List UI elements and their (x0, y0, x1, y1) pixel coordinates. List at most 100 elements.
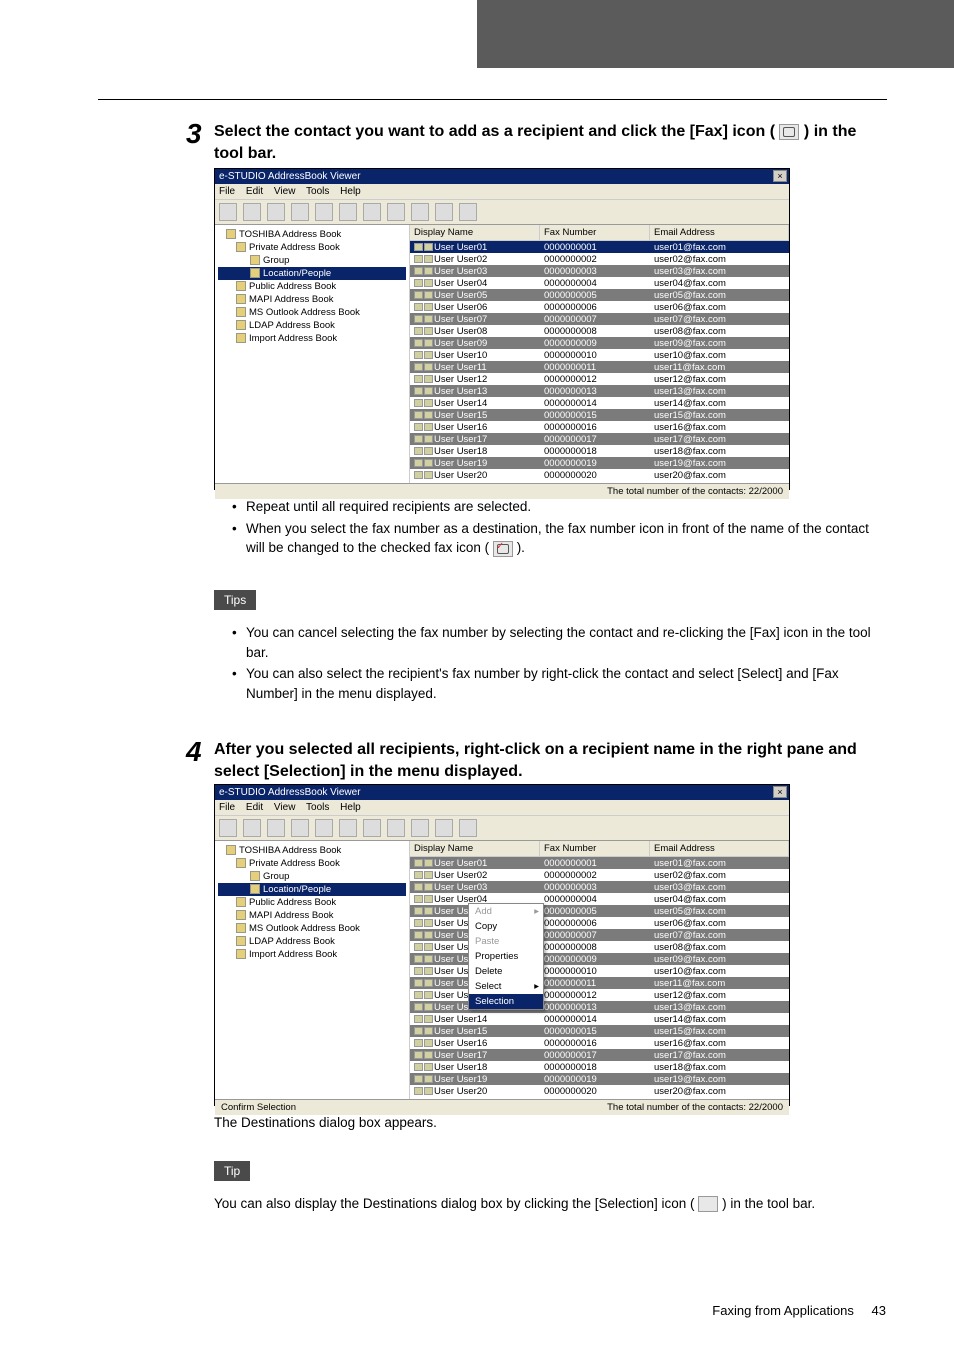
list-row[interactable]: User User040000000004user04@fax.com (410, 893, 789, 905)
toolbar-btn[interactable] (315, 819, 333, 837)
list-row[interactable]: User User060000000006user06@fax.com (410, 917, 789, 929)
screenshot-addressbook-2: e-STUDIO AddressBook Viewer × File Edit … (214, 784, 790, 1106)
list-row[interactable]: User User080000000008user08@fax.com (410, 941, 789, 953)
list-row[interactable]: User User090000000009user09@fax.com (410, 337, 789, 349)
list-row[interactable]: User User110000000011user11@fax.com (410, 361, 789, 373)
ctx-selection[interactable]: Selection (469, 994, 543, 1009)
ctx-properties[interactable]: Properties (469, 949, 543, 964)
menu-help[interactable]: Help (340, 186, 361, 197)
list-row[interactable]: User User070000000007user07@fax.com (410, 313, 789, 325)
list-row[interactable]: User User180000000018user18@fax.com (410, 1061, 789, 1073)
col-email[interactable]: Email Address (650, 841, 789, 856)
toolbar-btn[interactable] (363, 819, 381, 837)
list-row[interactable]: User User120000000012user12@fax.com (410, 373, 789, 385)
checked-fax-icon (493, 541, 513, 557)
toolbar-btn[interactable] (387, 203, 405, 221)
list-row[interactable]: User User150000000015user15@fax.com (410, 409, 789, 421)
col-faxnumber[interactable]: Fax Number (540, 841, 650, 856)
toolbar-btn[interactable] (435, 203, 453, 221)
toolbar-btn[interactable] (219, 819, 237, 837)
list-row[interactable]: User User010000000001user01@fax.com (410, 241, 789, 253)
menubar[interactable]: File Edit View Tools Help (215, 800, 789, 816)
menu-edit[interactable]: Edit (246, 186, 263, 197)
col-email[interactable]: Email Address (650, 225, 789, 240)
col-displayname[interactable]: Display Name (410, 225, 540, 240)
col-faxnumber[interactable]: Fax Number (540, 225, 650, 240)
ctx-copy[interactable]: Copy (469, 919, 543, 934)
list-row[interactable]: User User020000000002user02@fax.com (410, 253, 789, 265)
ctx-select[interactable]: Select▸ (469, 979, 543, 994)
menu-tools[interactable]: Tools (306, 186, 329, 197)
list-row[interactable]: User User050000000005user05@fax.com (410, 289, 789, 301)
contact-list[interactable]: Display Name Fax Number Email Address Us… (410, 225, 789, 483)
toolbar-btn[interactable] (243, 203, 261, 221)
menu-tools[interactable]: Tools (306, 802, 329, 813)
list-row[interactable]: User User110000000011user11@fax.com (410, 977, 789, 989)
toolbar-btn[interactable] (267, 819, 285, 837)
tree-import: Import Address Book (218, 332, 406, 345)
list-row[interactable]: User User050000000005user05@fax.com (410, 905, 789, 917)
list-row[interactable]: User User100000000010user10@fax.com (410, 349, 789, 361)
ctx-add[interactable]: Add▸ (469, 904, 543, 919)
bullet: When you select the fax number as a dest… (232, 519, 886, 558)
ctx-delete[interactable]: Delete (469, 964, 543, 979)
address-tree[interactable]: TOSHIBA Address Book Private Address Boo… (215, 225, 410, 483)
toolbar-btn[interactable] (459, 203, 477, 221)
toolbar-btn[interactable] (315, 203, 333, 221)
list-row[interactable]: User User150000000015user15@fax.com (410, 1025, 789, 1037)
list-row[interactable]: User User190000000019user19@fax.com (410, 1073, 789, 1085)
list-row[interactable]: User User200000000020user20@fax.com (410, 1085, 789, 1097)
toolbar-btn[interactable] (435, 819, 453, 837)
toolbar-btn[interactable] (291, 819, 309, 837)
list-row[interactable]: User User020000000002user02@fax.com (410, 869, 789, 881)
contact-list[interactable]: Display Name Fax Number Email Address Us… (410, 841, 789, 1099)
menu-file[interactable]: File (219, 802, 235, 813)
list-row[interactable]: User User200000000020user20@fax.com (410, 469, 789, 481)
list-row[interactable]: User User130000000013user13@fax.com (410, 385, 789, 397)
list-row[interactable]: User User140000000014user14@fax.com (410, 397, 789, 409)
menu-edit[interactable]: Edit (246, 802, 263, 813)
list-row[interactable]: User User010000000001user01@fax.com (410, 857, 789, 869)
close-icon[interactable]: × (773, 170, 787, 182)
toolbar-btn[interactable] (219, 203, 237, 221)
fax-toolbar-icon[interactable] (411, 203, 429, 221)
list-row[interactable]: User User140000000014user14@fax.com (410, 1013, 789, 1025)
list-row[interactable]: User User170000000017user17@fax.com (410, 1049, 789, 1061)
list-row[interactable]: User User160000000016user16@fax.com (410, 1037, 789, 1049)
footer-section: Faxing from Applications (712, 1303, 854, 1318)
menu-view[interactable]: View (274, 186, 296, 197)
col-displayname[interactable]: Display Name (410, 841, 540, 856)
list-row[interactable]: User User040000000004user04@fax.com (410, 277, 789, 289)
toolbar-btn[interactable] (387, 819, 405, 837)
menubar[interactable]: File Edit View Tools Help (215, 184, 789, 200)
list-row[interactable]: User User160000000016user16@fax.com (410, 421, 789, 433)
toolbar-btn[interactable] (243, 819, 261, 837)
list-row[interactable]: User User070000000007user07@fax.com (410, 929, 789, 941)
list-row[interactable]: User User130000000013user13@fax.com (410, 1001, 789, 1013)
menu-file[interactable]: File (219, 186, 235, 197)
toolbar-btn[interactable] (339, 203, 357, 221)
list-row[interactable]: User User190000000019user19@fax.com (410, 457, 789, 469)
address-tree[interactable]: TOSHIBA Address Book Private Address Boo… (215, 841, 410, 1099)
list-row[interactable]: User User060000000006user06@fax.com (410, 301, 789, 313)
list-row[interactable]: User User180000000018user18@fax.com (410, 445, 789, 457)
toolbar-btn[interactable] (339, 819, 357, 837)
list-row[interactable]: User User120000000012user12@fax.com (410, 989, 789, 1001)
list-row[interactable]: User User030000000003user03@fax.com (410, 881, 789, 893)
screenshot-addressbook-1: e-STUDIO AddressBook Viewer × File Edit … (214, 168, 790, 490)
list-row[interactable]: User User080000000008user08@fax.com (410, 325, 789, 337)
close-icon[interactable]: × (773, 786, 787, 798)
list-row[interactable]: User User170000000017user17@fax.com (410, 433, 789, 445)
toolbar-btn[interactable] (267, 203, 285, 221)
context-menu[interactable]: Add▸ Copy Paste Properties Delete Select… (468, 903, 544, 1010)
list-row[interactable]: User User090000000009user09@fax.com (410, 953, 789, 965)
list-row[interactable]: User User030000000003user03@fax.com (410, 265, 789, 277)
menu-view[interactable]: View (274, 802, 296, 813)
list-row[interactable]: User User100000000010user10@fax.com (410, 965, 789, 977)
toolbar-btn[interactable] (459, 819, 477, 837)
toolbar-btn[interactable] (291, 203, 309, 221)
menu-help[interactable]: Help (340, 802, 361, 813)
toolbar-btn[interactable] (363, 203, 381, 221)
ctx-paste[interactable]: Paste (469, 934, 543, 949)
fax-toolbar-icon[interactable] (411, 819, 429, 837)
